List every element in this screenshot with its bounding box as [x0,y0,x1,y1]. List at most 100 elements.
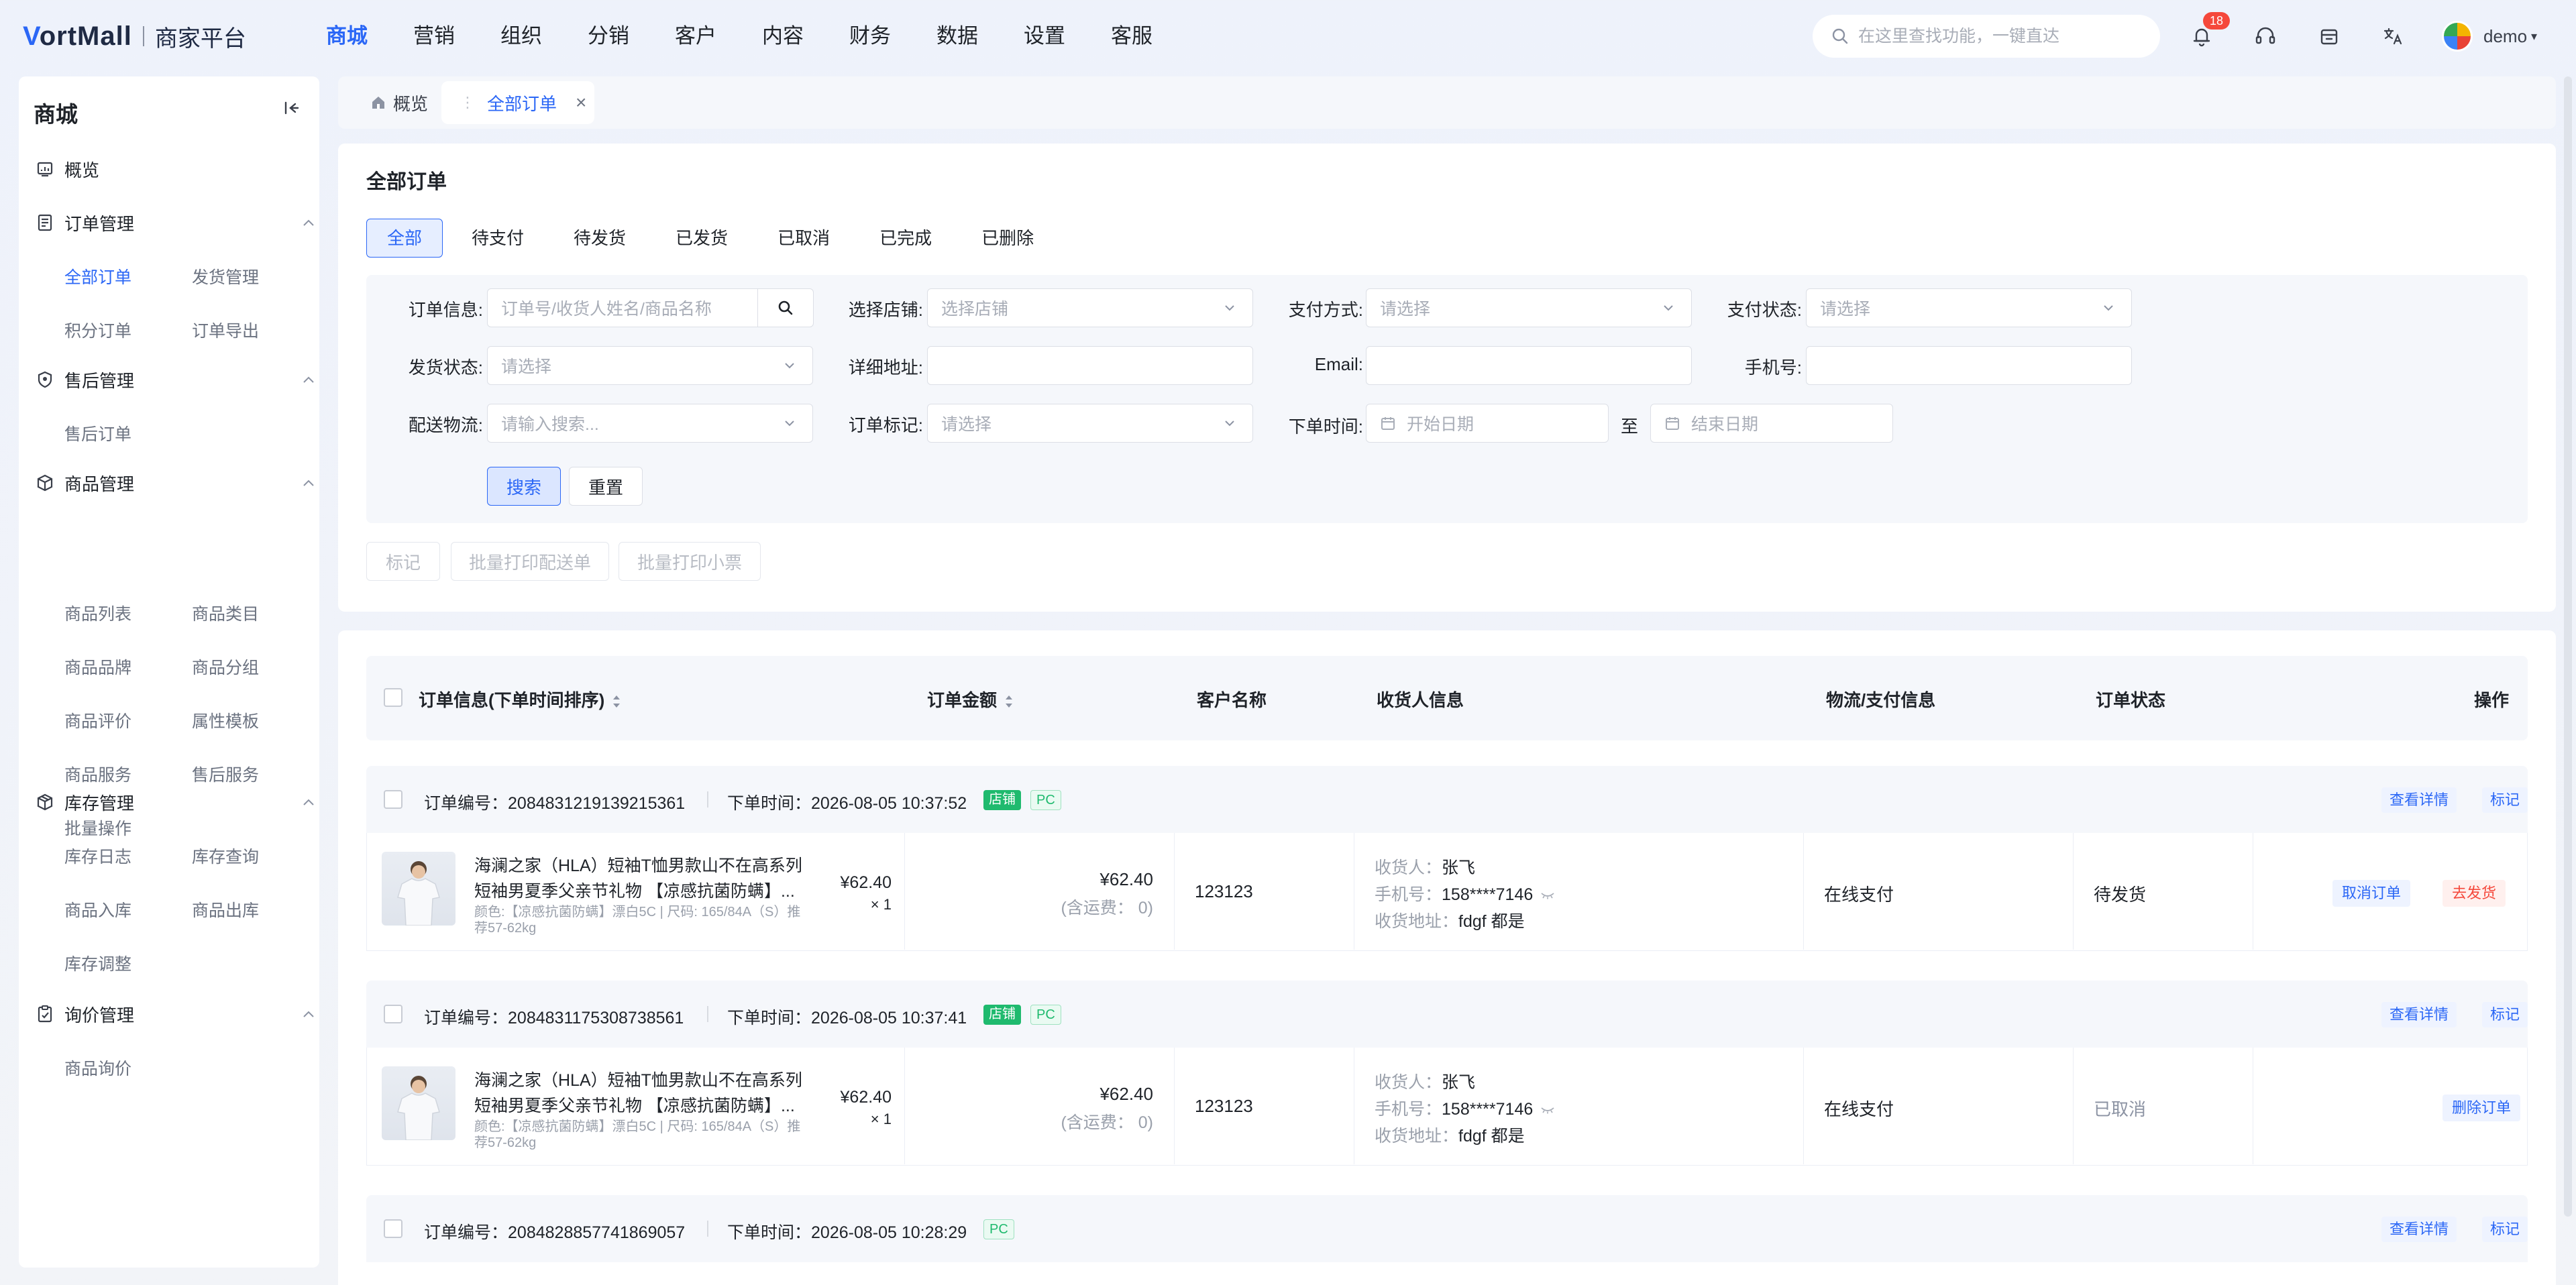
topnav-item-content[interactable]: 内容 [762,17,849,55]
sidebar-item-points-orders[interactable]: 积分订单 [64,318,131,342]
topnav-item-distribution[interactable]: 分销 [588,17,675,55]
mark-order-button[interactable]: 标记 [2482,1002,2528,1027]
status-tab-all[interactable]: 全部 [366,219,443,258]
topnav-item-finance[interactable]: 财务 [849,17,936,55]
drag-handle-icon[interactable]: ⋮ [460,94,475,111]
status-tab-pending-pay[interactable]: 待支付 [451,219,545,258]
service-button[interactable] [2249,20,2282,52]
status-tab-shipped[interactable]: 已发货 [655,219,749,258]
store-button[interactable] [2313,20,2345,52]
topnav-item-data[interactable]: 数据 [936,17,1024,55]
tab-overview[interactable]: 概览 [350,81,444,124]
sidebar-item-order-export[interactable]: 订单导出 [192,318,259,342]
sidebar-item-product-brand[interactable]: 商品品牌 [64,655,131,679]
ship-order-button[interactable]: 去发货 [2443,880,2506,907]
sidebar-item-product-inquiry[interactable]: 商品询价 [64,1056,131,1080]
order-checkbox[interactable] [384,790,402,809]
action-cell: 删除订单 [2253,1048,2527,1164]
sidebar-item-product-category[interactable]: 商品类目 [192,601,259,625]
ship-status-select[interactable]: 请选择 [487,346,813,385]
sidebar-item-stock-in[interactable]: 商品入库 [64,897,131,921]
sidebar-group-products[interactable]: 商品管理 [35,469,317,496]
view-detail-button[interactable]: 查看详情 [2381,787,2457,813]
product-name[interactable]: 海澜之家（HLA）短袖T恤男款山不在高系列短袖男夏季父亲节礼物 【凉感抗菌防螨】… [474,1068,810,1119]
eye-closed-icon[interactable] [1540,1105,1556,1115]
batch-print-receipt-button[interactable]: 批量打印小票 [619,542,761,581]
search-button[interactable]: 搜索 [487,467,561,506]
topnav-item-customer[interactable]: 客户 [675,17,762,55]
sidebar-item-product-group[interactable]: 商品分组 [192,655,259,679]
sidebar-item-all-orders[interactable]: 全部订单 [64,264,131,288]
mark-order-button[interactable]: 标记 [2482,787,2528,813]
sidebar-item-overview[interactable]: 概览 [35,156,317,182]
sidebar-item-shipping[interactable]: 发货管理 [192,264,259,288]
product-name[interactable]: 海澜之家（HLA）短袖T恤男款山不在高系列短袖男夏季父亲节礼物 【凉感抗菌防螨】… [474,853,810,904]
column-header-order-info[interactable]: 订单信息(下单时间排序) [419,687,622,712]
eye-closed-icon[interactable] [1540,891,1556,900]
status-tab-deleted[interactable]: 已删除 [961,219,1055,258]
topnav-item-marketing[interactable]: 营销 [413,17,500,55]
sidebar-collapse-button[interactable] [280,98,305,122]
order-checkbox[interactable] [384,1005,402,1023]
topnav-item-settings[interactable]: 设置 [1024,17,1111,55]
tab-all-orders[interactable]: ⋮ 全部订单 × [441,81,594,124]
sidebar-item-inventory-query[interactable]: 库存查询 [192,844,259,868]
notification-button[interactable]: 18 [2186,12,2230,52]
order-mark-select[interactable]: 请选择 [927,404,1253,443]
end-date-input[interactable]: 结束日期 [1650,404,1893,443]
product-thumbnail[interactable] [382,852,455,926]
translate-button[interactable] [2377,20,2409,52]
sidebar-item-stock-out[interactable]: 商品出库 [192,897,259,921]
sidebar-group-inventory-title[interactable]: 库存管理 [35,789,317,816]
sidebar-item-attribute-template[interactable]: 属性模板 [192,708,259,732]
topnav-item-mall[interactable]: 商城 [326,17,413,55]
store-select[interactable]: 选择店铺 [927,288,1253,327]
logo[interactable]: VortMall 商家平台 [23,20,246,52]
global-search-input[interactable] [1858,26,2153,46]
customer-cell: 123123 [1175,833,1354,950]
view-detail-button[interactable]: 查看详情 [2381,1002,2457,1027]
sidebar-group-orders[interactable]: 订单管理 [35,209,317,236]
pay-method-select[interactable]: 请选择 [1366,288,1692,327]
cancel-order-button[interactable]: 取消订单 [2332,880,2411,907]
user-menu[interactable]: demo ▾ [2442,20,2537,52]
start-date-input[interactable]: 开始日期 [1366,404,1609,443]
status-tab-cancelled[interactable]: 已取消 [757,219,851,258]
ship-status-label: 发货状态: [408,357,483,378]
calendar-icon [1666,417,1679,430]
order-info-input[interactable]: 订单号/收货人姓名/商品名称 [487,288,758,327]
page-scrollbar[interactable] [2564,76,2572,1217]
sidebar-item-batch-operations[interactable]: 批量操作 [64,816,131,840]
customer-name: 123123 [1195,881,1253,901]
sidebar-item-product-service[interactable]: 商品服务 [64,762,131,786]
topnav-item-service[interactable]: 客服 [1111,17,1198,55]
sidebar-item-aftersales-service[interactable]: 售后服务 [192,762,259,786]
close-icon[interactable]: × [576,92,586,113]
mark-order-button[interactable]: 标记 [2482,1217,2528,1242]
view-detail-button[interactable]: 查看详情 [2381,1217,2457,1242]
select-all-checkbox[interactable] [384,688,402,707]
topnav-item-organization[interactable]: 组织 [500,17,588,55]
sidebar-item-inventory-adjust[interactable]: 库存调整 [64,951,131,975]
address-input[interactable] [927,346,1253,385]
sidebar-item-inventory-log[interactable]: 库存日志 [64,844,131,868]
phone-input[interactable] [1806,346,2132,385]
sidebar-item-aftersales-orders[interactable]: 售后订单 [64,421,131,445]
sidebar-item-product-review[interactable]: 商品评价 [64,708,131,732]
sidebar-group-aftersales[interactable]: 售后管理 [35,366,317,393]
sidebar-item-product-list[interactable]: 商品列表 [64,601,131,625]
email-input[interactable] [1366,346,1692,385]
order-info-label: 订单信息: [408,300,483,320]
logistics-select[interactable]: 请输入搜索... [487,404,813,443]
reset-button[interactable]: 重置 [569,467,643,506]
batch-print-delivery-button[interactable]: 批量打印配送单 [451,542,609,581]
mark-button[interactable]: 标记 [366,542,440,581]
status-tab-completed[interactable]: 已完成 [859,219,953,258]
sidebar-group-inquiry[interactable]: 询价管理 [35,1001,317,1027]
product-thumbnail[interactable] [382,1066,455,1140]
delete-order-button[interactable]: 删除订单 [2443,1095,2521,1121]
column-header-amount[interactable]: 订单金额 [927,687,1014,712]
pay-status-select[interactable]: 请选择 [1806,288,2132,327]
order-checkbox[interactable] [384,1219,402,1238]
status-tab-pending-ship[interactable]: 待发货 [553,219,647,258]
